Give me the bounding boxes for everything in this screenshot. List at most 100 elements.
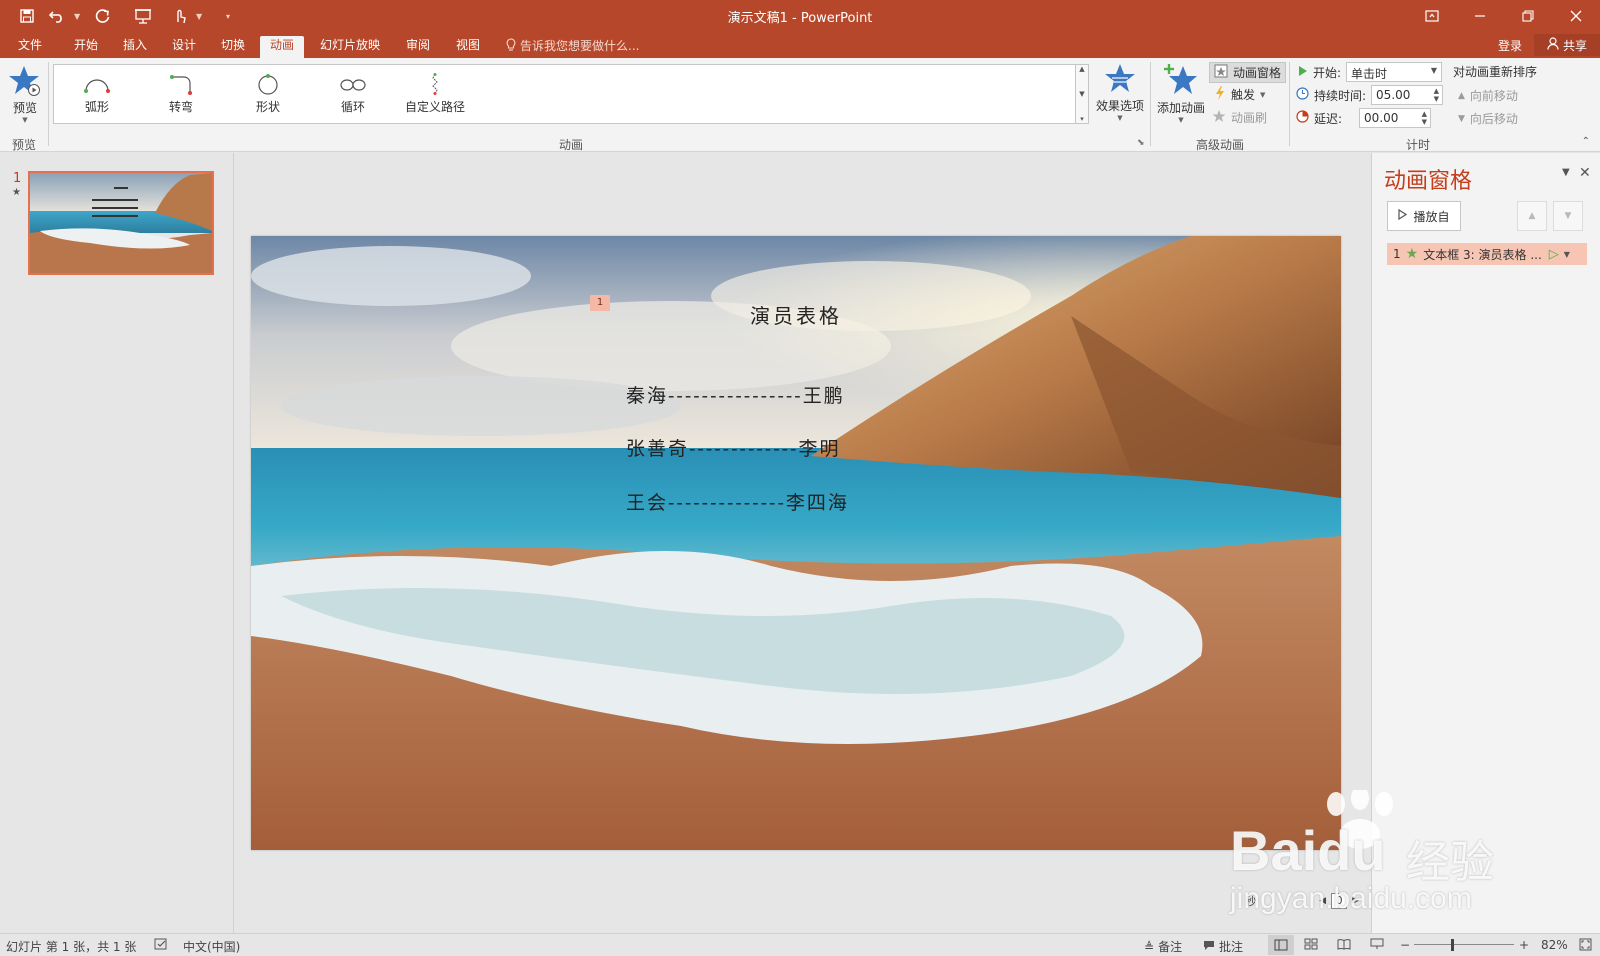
clock-icon [1296, 87, 1309, 103]
add-animation-star-icon [1163, 62, 1199, 99]
zoom-in-icon[interactable]: + [1519, 938, 1529, 952]
pane-close-icon[interactable]: ✕ [1579, 165, 1591, 181]
spin-arrows-icon[interactable]: ▲ ▼ [1422, 110, 1427, 126]
down-arrow-icon: ▼ [1564, 211, 1572, 221]
sign-in-link[interactable]: 登录 [1498, 37, 1522, 54]
gallery-scrollbar[interactable]: ▲ ▼ ▾ [1075, 64, 1089, 124]
preview-label: 预览 [12, 101, 37, 115]
effect-options-button[interactable]: 效果选项 ▼ [1092, 62, 1148, 122]
trigger-button[interactable]: 触发 ▼ [1214, 86, 1265, 103]
scroll-right-icon[interactable]: ▶ [1352, 896, 1359, 906]
gallery-item-custom-path[interactable]: 自定义路径 [405, 73, 465, 115]
move-later-button[interactable]: ▼ 向后移动 [1458, 110, 1518, 127]
gallery-item-arc[interactable]: 弧形 [82, 73, 112, 115]
collapse-ribbon-icon[interactable]: ⌃ [1582, 136, 1590, 147]
tab-design[interactable]: 设计 [168, 36, 200, 58]
gallery-item-shape[interactable]: 形状 [253, 73, 283, 115]
start-play-icon [1298, 65, 1308, 80]
share-button[interactable]: 共享 [1534, 34, 1600, 56]
restore-icon[interactable] [1504, 0, 1552, 32]
tab-slideshow[interactable]: 幻灯片放映 [316, 36, 384, 58]
move-earlier-button[interactable]: ▲ 向前移动 [1458, 87, 1518, 104]
zoom-slider[interactable] [1414, 944, 1514, 945]
zoom-out-icon[interactable]: − [1400, 938, 1410, 952]
gallery-item-loop[interactable]: 循环 [338, 73, 368, 115]
tab-home[interactable]: 开始 [70, 36, 102, 58]
loop-path-icon [338, 73, 368, 98]
spell-check-icon[interactable] [154, 938, 168, 950]
delay-value: 00.00 [1364, 111, 1399, 125]
tab-file[interactable]: 文件 [14, 36, 46, 58]
gallery-down-icon[interactable]: ▼ [1079, 90, 1084, 98]
shape-path-icon [253, 73, 283, 98]
pane-options-icon[interactable]: ▼ [1562, 167, 1570, 178]
gallery-up-icon[interactable]: ▲ [1079, 65, 1084, 73]
ribbon-display-options-icon[interactable] [1408, 0, 1456, 32]
tab-insert[interactable]: 插入 [119, 36, 151, 58]
slide-thumbnail-pane: 1 ★ [0, 153, 234, 933]
move-down-button[interactable]: ▼ [1553, 201, 1583, 231]
thumbnail-animation-star-icon: ★ [12, 187, 21, 198]
animation-painter-button[interactable]: 动画刷 [1212, 109, 1267, 126]
effect-options-label: 效果选项 [1095, 99, 1144, 113]
animation-list-item[interactable]: 1 ★ 文本框 3: 演员表格 ... ▷ ▼ [1387, 243, 1587, 265]
animation-pane-title: 动画窗格 [1384, 169, 1473, 194]
gallery-item-turn[interactable]: 转弯 [166, 73, 196, 115]
slide-canvas[interactable]: 1 演员表格 秦海----------------王鹏 张善奇---------… [251, 236, 1341, 850]
animation-pane-button[interactable]: 动画窗格 [1209, 62, 1287, 83]
move-up-button[interactable]: ▲ [1517, 201, 1547, 231]
tab-review[interactable]: 审阅 [402, 36, 434, 58]
gallery-label: 自定义路径 [405, 100, 466, 114]
timeline-nav: 秒 ◀ 0 ▶ [1245, 893, 1359, 909]
seconds-label: 秒 [1245, 895, 1257, 908]
comments-label: 批注 [1219, 940, 1244, 954]
comments-button[interactable]: 批注 [1203, 938, 1243, 955]
slide-title[interactable]: 演员表格 [251, 300, 1341, 329]
tell-me-placeholder: 告诉我您想要做什么... [520, 39, 640, 53]
start-dropdown[interactable]: 单击时 ▼ [1346, 62, 1443, 82]
slide-text-line[interactable]: 王会--------------李四海 [626, 488, 849, 515]
group-label-timing: 计时 [1405, 138, 1430, 152]
item-index: 1 [1393, 247, 1401, 261]
minimize-icon[interactable] [1456, 0, 1504, 32]
language-indicator[interactable]: 中文(中国) [183, 938, 240, 955]
status-bar: 幻灯片 第 1 张，共 1 张 中文(中国) ≜ 备注 批注 − + 82% [0, 933, 1600, 956]
reading-view-icon[interactable] [1337, 938, 1351, 950]
tab-view[interactable]: 视图 [452, 36, 484, 58]
close-icon[interactable] [1552, 0, 1600, 32]
normal-view-icon[interactable] [1268, 935, 1294, 955]
slide-edit-area: 1 演员表格 秦海----------------王鹏 张善奇---------… [235, 153, 1371, 933]
custom-path-icon [420, 73, 450, 98]
delay-input[interactable]: 00.00 ▲ ▼ [1359, 108, 1432, 128]
gallery-more-icon[interactable]: ▾ [1080, 115, 1084, 123]
notes-icon: ≜ [1144, 939, 1155, 954]
spin-arrows-icon[interactable]: ▲ ▼ [1434, 87, 1439, 103]
fit-slide-icon[interactable] [1579, 938, 1592, 951]
notes-button[interactable]: ≜ 备注 [1144, 938, 1182, 955]
tell-me-box[interactable]: 告诉我您想要做什么... [506, 37, 639, 54]
slide-sorter-icon[interactable] [1304, 938, 1318, 950]
slide-text-line[interactable]: 张善奇-------------李明 [626, 434, 840, 461]
tab-animations[interactable]: 动画 [260, 36, 305, 58]
preview-button[interactable]: 预览 ▼ [8, 64, 42, 124]
dialog-launcher-icon[interactable]: ⬊ [1137, 138, 1145, 148]
share-label: 共享 [1562, 38, 1587, 53]
slide-text-line[interactable]: 秦海----------------王鹏 [626, 381, 845, 408]
animation-pane-label: 动画窗格 [1233, 66, 1282, 80]
duration-input[interactable]: 05.00 ▲ ▼ [1371, 85, 1444, 105]
slideshow-view-icon[interactable] [1370, 938, 1384, 950]
scroll-left-icon[interactable]: ◀ [1319, 896, 1326, 906]
zoom-level[interactable]: 82% [1541, 938, 1568, 952]
tab-transitions[interactable]: 切换 [217, 36, 249, 58]
window-title: 演示文稿1 - PowerPoint [727, 11, 873, 26]
item-dropdown-icon[interactable]: ▼ [1564, 250, 1570, 259]
add-animation-button[interactable]: 添加动画 ▼ [1153, 62, 1209, 124]
start-label: 开始: [1313, 65, 1342, 80]
animation-gallery: 弧形 转弯 形状 循环 自定义路径 ▲ ▼ ▾ [53, 64, 1089, 124]
slide-thumbnail[interactable] [28, 171, 214, 275]
item-label: 文本框 3: 演员表格 ... [1423, 247, 1542, 262]
play-from-button[interactable]: 播放自 [1387, 201, 1461, 231]
zoom-slider-thumb[interactable] [1451, 939, 1454, 951]
turn-path-icon [166, 73, 196, 98]
delay-clock-icon [1296, 110, 1309, 126]
